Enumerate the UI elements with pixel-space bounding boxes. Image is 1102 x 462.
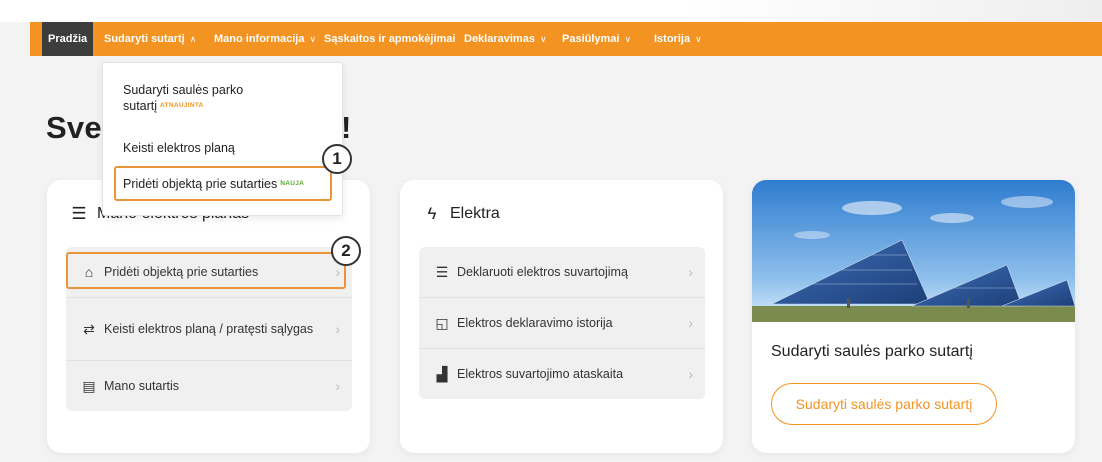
chevron-up-icon: ∧ <box>189 34 197 44</box>
nav-item-declaration[interactable]: Deklaravimas ∨ <box>464 22 547 56</box>
chevron-down-icon: ∨ <box>695 34 702 44</box>
electricity-actions-list: ☰ Deklaruoti elektros suvartojimą › ◱ El… <box>419 247 705 399</box>
declaration-history-row[interactable]: ◱ Elektros deklaravimo istorija › <box>419 298 705 349</box>
step-marker-1: 1 <box>322 144 352 174</box>
top-strip-fade <box>682 0 1102 22</box>
card-title: ϟ Elektra <box>422 204 500 224</box>
folder-history-icon: ◱ <box>435 314 449 331</box>
chevron-right-icon: › <box>688 264 693 280</box>
nav-item-offers[interactable]: Pasiūlymai ∨ <box>562 22 631 56</box>
swap-icon: ⇄ <box>83 320 95 337</box>
lightning-icon: ϟ <box>427 204 437 223</box>
my-contract-row[interactable]: ▤ Mano sutartis › <box>66 361 352 411</box>
nav-item-invoices[interactable]: Sąskaitos ir apmokėjimai <box>324 22 455 56</box>
dropdown-item-add-object[interactable]: Pridėti objektą prie sutarties NAUJA <box>123 176 304 192</box>
step-marker-2: 2 <box>331 236 361 266</box>
nav-item-history[interactable]: Istorija ∨ <box>654 22 702 56</box>
change-plan-row[interactable]: ⇄ Keisti elektros planą / pratęsti sąlyg… <box>66 298 352 361</box>
consumption-report-row[interactable]: ▟ Elektros suvartojimo ataskaita › <box>419 349 705 399</box>
list-icon: ☰ <box>71 204 87 223</box>
declare-consumption-row[interactable]: ☰ Deklaruoti elektros suvartojimą › <box>419 247 705 298</box>
plan-actions-list: ⌂ Pridėti objektą prie sutarties › ⇄ Kei… <box>66 247 352 411</box>
chevron-right-icon: › <box>688 315 693 331</box>
chevron-right-icon: › <box>335 321 340 337</box>
solar-panels-image <box>752 180 1075 322</box>
chevron-right-icon: › <box>335 264 340 280</box>
dropdown-item-solar-contract[interactable]: Sudaryti saulės parko sutartį ATNAUJINTA <box>123 82 273 114</box>
chevron-down-icon: ∨ <box>624 34 632 44</box>
solar-card-title: Sudaryti saulės parko sutartį <box>771 343 973 360</box>
new-badge: NAUJA <box>280 180 305 187</box>
nav-item-home[interactable]: Pradžia <box>42 22 94 56</box>
solar-park-card: Sudaryti saulės parko sutartį Sudaryti s… <box>752 180 1075 453</box>
bar-chart-icon: ▟ <box>436 365 448 382</box>
top-strip <box>0 0 1102 22</box>
nav-item-my-info[interactable]: Mano informacija ∨ <box>214 22 316 56</box>
electricity-card: ϟ Elektra ☰ Deklaruoti elektros suvartoj… <box>400 180 723 453</box>
contract-dropdown-menu: Sudaryti saulės parko sutartį ATNAUJINTA … <box>102 62 343 216</box>
main-navbar: Pradžia Sudaryti sutartį ∧ Mano informaci… <box>30 22 1102 56</box>
chevron-down-icon: ∨ <box>309 34 317 44</box>
updated-badge: ATNAUJINTA <box>160 102 204 109</box>
chevron-right-icon: › <box>688 366 693 382</box>
dropdown-item-change-plan[interactable]: Keisti elektros planą <box>123 140 235 156</box>
page-heading: Sve <box>46 110 102 145</box>
electricity-plan-card: ☰ Mano elektros planas ⌂ Pridėti objektą… <box>47 180 370 453</box>
list-icon: ☰ <box>435 263 449 280</box>
add-object-row[interactable]: ⌂ Pridėti objektą prie sutarties › <box>66 247 352 298</box>
document-icon: ▤ <box>82 377 96 394</box>
chevron-down-icon: ∨ <box>539 34 547 44</box>
create-solar-contract-button[interactable]: Sudaryti saulės parko sutartį <box>771 383 997 425</box>
chevron-right-icon: › <box>335 378 340 394</box>
home-plus-icon: ⌂ <box>84 264 94 280</box>
nav-item-contract[interactable]: Sudaryti sutartį ∧ <box>104 22 196 56</box>
